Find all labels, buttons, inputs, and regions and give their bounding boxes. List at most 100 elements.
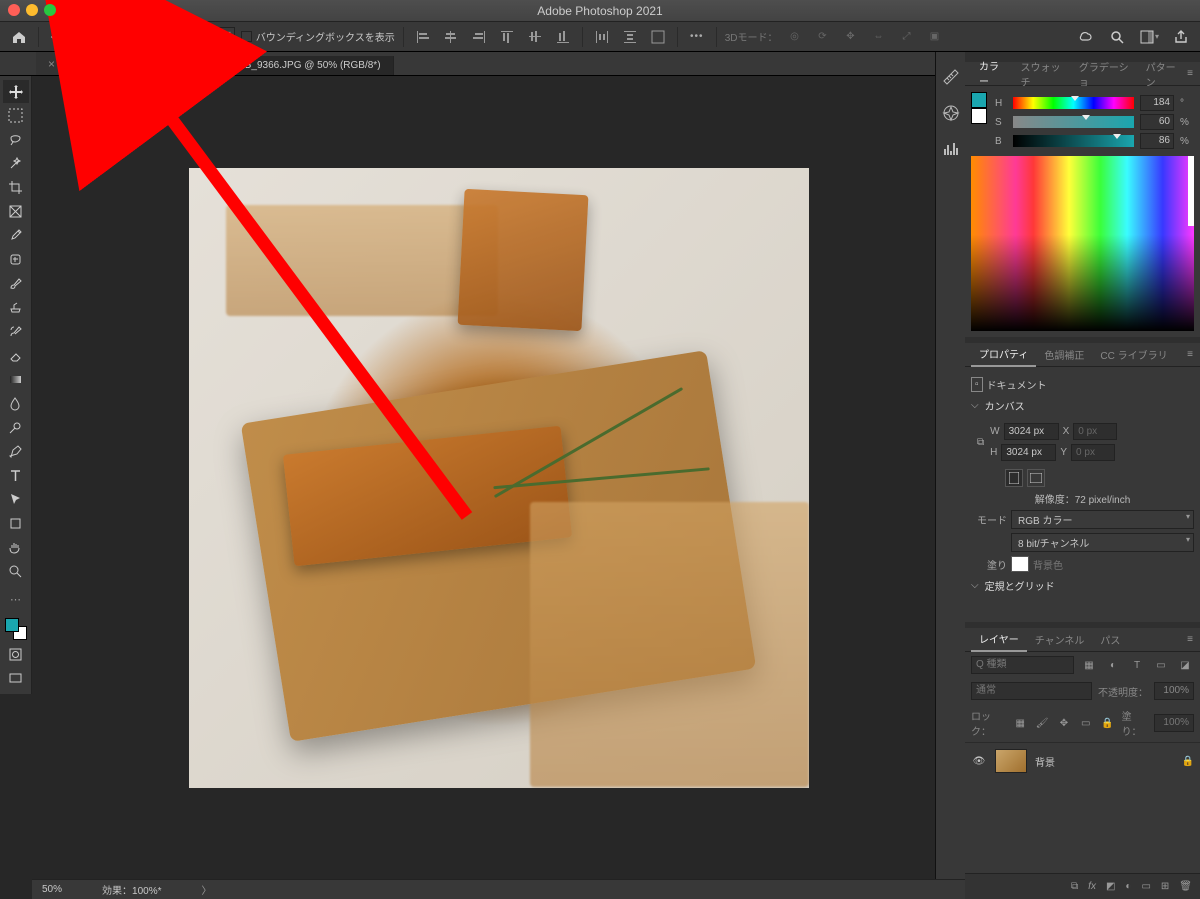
canvas-section[interactable]: カンバス [971,398,1194,413]
color-spectrum[interactable] [971,156,1194,331]
filter-type-icon[interactable]: T [1128,656,1146,674]
tab-properties[interactable]: プロパティ [971,342,1036,367]
eraser-tool[interactable] [3,344,29,367]
zoom-level[interactable]: 50% [42,884,62,895]
auto-select-checkbox[interactable] [104,31,115,42]
orientation-landscape-icon[interactable] [1027,469,1045,487]
bri-slider[interactable] [1013,135,1134,147]
quick-mask-icon[interactable] [3,643,29,666]
filter-pixel-icon[interactable]: ▦ [1080,656,1098,674]
more-align-icon[interactable]: ••• [686,26,708,48]
panel-fg-swatch[interactable] [971,92,987,108]
canvas-area[interactable] [32,76,965,879]
close-window-btn[interactable] [8,4,20,16]
ruler-panel-icon[interactable] [942,68,960,86]
search-icon[interactable] [1106,26,1128,48]
panel-menu-icon[interactable]: ≡ [1187,68,1194,79]
new-layer-icon[interactable]: ⊞ [1161,881,1169,892]
document-canvas[interactable] [189,168,809,788]
path-selection-tool[interactable] [3,488,29,511]
delete-layer-icon[interactable]: 🗑 [1179,881,1192,892]
lock-trans-icon[interactable]: ▦ [1012,714,1028,732]
blend-mode-dropdown[interactable]: 通常 [971,682,1092,700]
layer-thumbnail[interactable] [995,749,1027,773]
distribute-space-icon[interactable] [647,26,669,48]
home-button[interactable] [8,26,30,48]
cloud-docs-icon[interactable] [1074,26,1096,48]
workspace-icon[interactable]: ▾ [1138,26,1160,48]
filter-smart-icon[interactable]: ◪ [1176,656,1194,674]
status-info[interactable]: 効果：100%* [102,882,161,897]
tab-channels[interactable]: チャンネル [1027,628,1093,651]
status-arrow-icon[interactable]: 〉 [201,882,211,897]
tab-paths[interactable]: パス [1092,628,1128,651]
opacity-input[interactable]: 100% [1154,682,1194,700]
document-tab-1[interactable]: × IMG_9366.JPG @ 50% (RGB/8*) [208,56,394,75]
color-mode-dropdown[interactable]: RGB カラー [1011,510,1194,529]
align-right-icon[interactable] [468,26,490,48]
layer-filter-input[interactable]: Q 種類 [971,656,1074,674]
move-tool[interactable] [3,80,29,103]
align-h-center-icon[interactable] [440,26,462,48]
marquee-tool[interactable] [3,104,29,127]
clone-stamp-tool[interactable] [3,296,29,319]
sat-input[interactable]: 60 [1140,114,1174,130]
visibility-icon[interactable]: 👁 [971,756,987,767]
share-icon[interactable] [1170,26,1192,48]
layer-fill-input[interactable]: 100% [1154,714,1194,732]
lock-pos-icon[interactable]: ✥ [1056,714,1072,732]
fg-bg-swatch[interactable] [3,616,29,642]
edit-toolbar-icon[interactable]: ⋯ [3,588,29,611]
lock-all-icon[interactable]: 🔒 [1100,714,1116,732]
filter-adjust-icon[interactable]: ◐ [1104,656,1122,674]
close-tab-icon[interactable]: × [48,59,55,69]
hue-input[interactable]: 184 [1140,95,1174,111]
bri-input[interactable]: 86 [1140,133,1174,149]
tab-adjustments[interactable]: 色調補正 [1036,343,1092,366]
panel-menu-icon[interactable]: ≡ [1187,349,1194,360]
layer-name[interactable]: 背景 [1035,754,1055,769]
crop-tool[interactable] [3,176,29,199]
eyedropper-tool[interactable] [3,224,29,247]
distribute-v-icon[interactable] [619,26,641,48]
gradient-tool[interactable] [3,368,29,391]
type-tool[interactable] [3,464,29,487]
blur-tool[interactable] [3,392,29,415]
close-tab-icon[interactable]: × [220,61,227,71]
frame-tool[interactable] [3,200,29,223]
screen-mode-icon[interactable] [3,667,29,690]
layer-fx-icon[interactable]: fx [1088,881,1096,892]
minimize-window-btn[interactable] [26,4,38,16]
pen-tool[interactable] [3,440,29,463]
panel-bg-swatch[interactable] [971,108,987,124]
hue-slider[interactable] [1013,97,1134,109]
brush-tool[interactable] [3,272,29,295]
lock-paint-icon[interactable]: 🖌 [1034,714,1050,732]
ruler-grid-section[interactable]: 定規とグリッド [971,578,1194,593]
orientation-portrait-icon[interactable] [1005,469,1023,487]
histogram-panel-icon[interactable] [942,140,960,158]
lasso-tool[interactable] [3,128,29,151]
align-left-icon[interactable] [412,26,434,48]
history-brush-tool[interactable] [3,320,29,343]
healing-tool[interactable] [3,248,29,271]
hand-tool[interactable] [3,536,29,559]
height-input[interactable]: 3024 px [1001,444,1056,461]
tab-layers[interactable]: レイヤー [971,627,1027,652]
lock-nest-icon[interactable]: ▭ [1078,714,1094,732]
link-wh-icon[interactable]: ⧉ [977,437,984,448]
tool-preset-dropdown[interactable]: ▾ [75,26,87,48]
navigator-panel-icon[interactable] [942,104,960,122]
link-layers-icon[interactable]: ⧉ [1071,881,1078,892]
bit-depth-dropdown[interactable]: 8 bit/チャンネル [1011,533,1194,552]
shape-tool[interactable] [3,512,29,535]
show-bounding-box-checkbox[interactable] [241,31,252,42]
zoom-window-btn[interactable] [44,4,56,16]
layer-row[interactable]: 👁 背景 🔒 [965,742,1200,779]
width-input[interactable]: 3024 px [1004,423,1059,440]
sat-slider[interactable] [1013,116,1134,128]
align-v-center-icon[interactable] [524,26,546,48]
fill-swatch[interactable] [1011,556,1029,572]
document-tab-0[interactable]: × 名称未設定 1 @ 50% (RGB/8) [36,52,208,75]
group-icon[interactable]: ▭ [1141,881,1150,892]
